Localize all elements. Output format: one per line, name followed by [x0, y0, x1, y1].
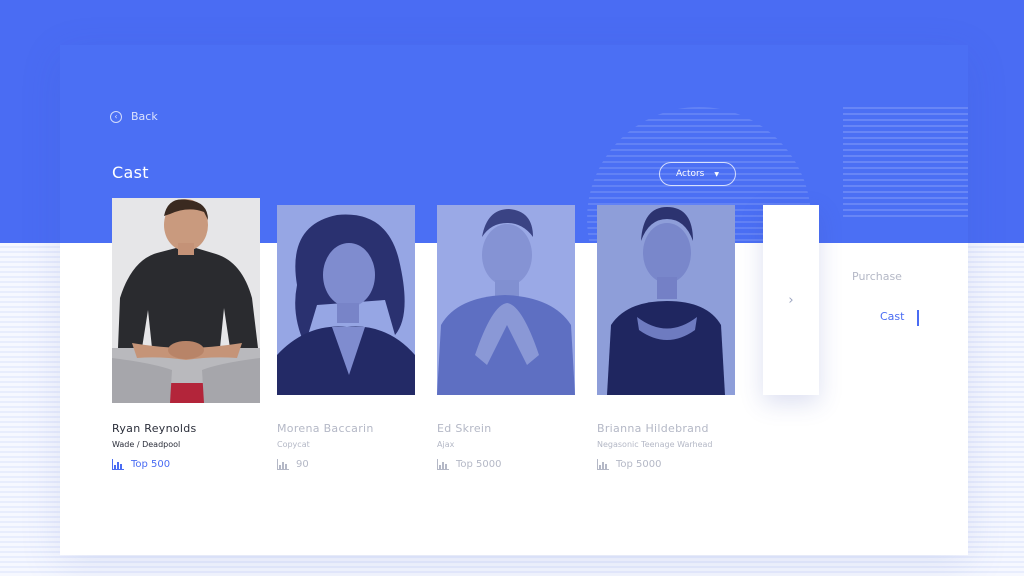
- cast-rank: Top 5000: [597, 459, 662, 470]
- cast-rank: 90: [277, 459, 309, 470]
- cast-rank: Top 5000: [437, 459, 502, 470]
- cast-role: Wade / Deadpool: [112, 440, 181, 449]
- back-button[interactable]: ‹ Back: [110, 110, 158, 123]
- side-nav-item-cast[interactable]: Cast: [880, 310, 904, 323]
- cast-panel: ‹ Back Cast Actors ▼ Ryan Reynolds Wade …: [60, 45, 968, 555]
- cast-name: Brianna Hildebrand: [597, 422, 709, 435]
- cast-rank-value: 90: [296, 459, 309, 470]
- cast-rank-value: Top 5000: [456, 459, 502, 470]
- section-title: Cast: [112, 163, 149, 182]
- side-nav-active-indicator: [917, 310, 919, 326]
- bar-chart-icon: [597, 459, 609, 470]
- cast-rank-value: Top 500: [131, 459, 171, 470]
- bar-chart-icon: [277, 459, 289, 470]
- next-cast-button[interactable]: ›: [763, 205, 819, 395]
- back-label: Back: [131, 110, 158, 123]
- caret-down-icon: ▼: [714, 170, 719, 178]
- chevron-right-icon: ›: [788, 292, 794, 308]
- chevron-left-icon: ‹: [110, 110, 122, 123]
- cast-role: Ajax: [437, 440, 455, 449]
- bar-chart-icon: [112, 459, 124, 470]
- cast-photo: [277, 205, 415, 395]
- side-nav-item-purchase[interactable]: Purchase: [852, 270, 902, 283]
- cast-rank-value: Top 5000: [616, 459, 662, 470]
- actors-filter-dropdown[interactable]: Actors ▼: [659, 162, 736, 186]
- actors-filter-label: Actors: [676, 169, 705, 179]
- cast-role: Negasonic Teenage Warhead: [597, 440, 713, 449]
- cast-rank: Top 500: [112, 459, 170, 470]
- cast-photo: [437, 205, 575, 395]
- bar-chart-icon: [437, 459, 449, 470]
- cast-name: Ed Skrein: [437, 422, 492, 435]
- cast-name: Ryan Reynolds: [112, 422, 197, 435]
- decorative-striped-block: [843, 107, 968, 217]
- cast-name: Morena Baccarin: [277, 422, 374, 435]
- cast-role: Copycat: [277, 440, 310, 449]
- cast-photo: [597, 205, 735, 395]
- cast-photo: [112, 198, 260, 403]
